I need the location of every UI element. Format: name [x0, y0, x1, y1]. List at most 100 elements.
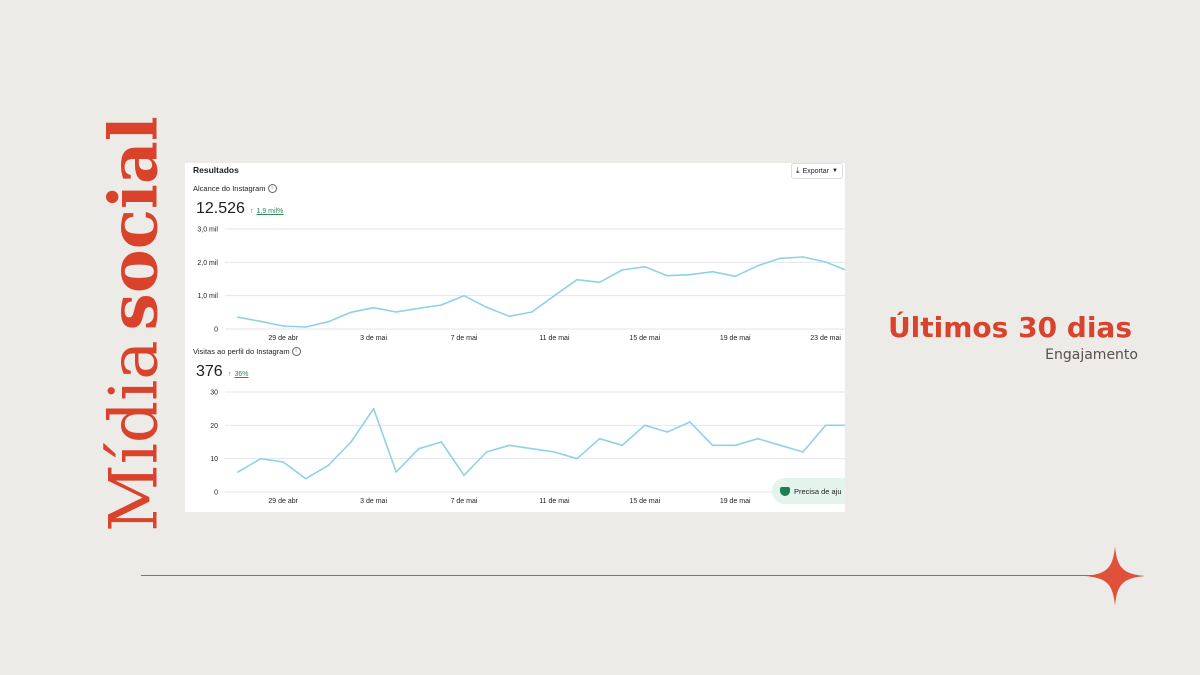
visits-point: [756, 437, 759, 440]
export-label: Exportar: [802, 167, 830, 175]
visits-point: [689, 421, 691, 423]
visits-point: [508, 444, 511, 447]
visits-point: [576, 457, 578, 460]
reach-point: [259, 320, 262, 323]
vertical-title-social: social: [94, 116, 173, 331]
visits-x-tick: 29 de abr: [268, 498, 298, 505]
visits-x-tick: 15 de mai: [629, 498, 660, 505]
reach-point: [689, 273, 691, 276]
reach-point: [237, 316, 239, 319]
reach-point: [463, 294, 465, 297]
visits-point: [824, 424, 827, 427]
reach-x-tick: 7 de mai: [451, 335, 478, 342]
visits-point: [734, 444, 737, 447]
visits-chart: 0 10 20 30 29 de abr 3 de mai 7 de mai 11 de ma…: [210, 390, 845, 505]
visits-point: [485, 451, 488, 453]
heart-icon: [780, 486, 790, 496]
visits-point: [327, 464, 330, 467]
visits-point: [372, 407, 375, 410]
reach-y-tick: 1,0 mil: [197, 293, 218, 300]
visits-y-tick: 30: [210, 390, 218, 397]
visits-y-tick: 0: [214, 490, 218, 497]
visits-point: [417, 447, 420, 450]
visits-point: [711, 444, 714, 447]
reach-label-text: Alcance do Instagram: [193, 184, 266, 193]
reach-point: [576, 278, 578, 281]
reach-value: 12.526: [196, 200, 245, 217]
chevron-down-icon: ▼: [832, 168, 838, 174]
export-button[interactable]: ⤓ Exportar ▼: [791, 163, 843, 179]
reach-point: [756, 264, 759, 267]
side-subtitle: Engajamento: [1045, 347, 1138, 363]
reach-point: [417, 307, 420, 310]
visits-point: [598, 437, 601, 440]
visits-value: 376: [196, 363, 223, 380]
visits-label: Visitas ao perfil do Instagram i: [193, 347, 301, 356]
reach-point: [350, 311, 352, 314]
reach-point: [440, 304, 443, 306]
visits-point: [237, 471, 239, 473]
reach-point: [802, 256, 804, 258]
reach-point: [282, 325, 285, 327]
download-icon: ⤓: [796, 166, 800, 175]
visits-change-value[interactable]: 36%: [235, 371, 249, 378]
visits-x-tick: 11 de mai: [539, 498, 570, 505]
reach-x-tick: 29 de abr: [268, 335, 298, 342]
visits-point: [463, 474, 465, 477]
panel-title: Resultados: [193, 165, 239, 175]
visits-x-tick: 3 de mai: [360, 498, 387, 505]
reach-point: [643, 265, 646, 268]
help-label: Precisa de aju: [794, 486, 842, 496]
reach-point: [372, 306, 375, 309]
visits-point: [530, 447, 533, 450]
reach-point: [666, 274, 669, 277]
reach-x-tick: 23 de mai: [810, 335, 841, 342]
visits-point: [621, 444, 624, 447]
info-icon[interactable]: i: [267, 184, 277, 193]
visits-x-tick: 7 de mai: [451, 498, 478, 505]
sparkle-icon: [1085, 546, 1145, 606]
reach-change-value[interactable]: 1,9 mil%: [257, 208, 284, 215]
visits-point: [395, 471, 398, 473]
visits-point: [553, 451, 556, 453]
visits-point: [350, 441, 352, 443]
visits-point: [802, 451, 804, 453]
reach-point: [395, 311, 398, 313]
visits-change: ↑ 36%: [228, 371, 249, 378]
visits-y-tick: 10: [210, 456, 218, 463]
help-chip[interactable]: Precisa de aju: [772, 478, 845, 504]
reach-label: Alcance do Instagram i: [193, 184, 277, 193]
reach-chart: 0 1,0 mil 2,0 mil 3,0 mil 29 de abr 3 de mai 7…: [197, 227, 845, 342]
visits-point: [779, 444, 782, 447]
visits-point: [259, 457, 262, 460]
side-title: Últimos 30 dias: [887, 311, 1132, 344]
reach-point: [508, 315, 511, 318]
vertical-title: Mídia social: [95, 116, 173, 532]
reach-x-tick: 3 de mai: [360, 335, 387, 342]
reach-x-tick: 11 de mai: [539, 335, 570, 342]
reach-y-tick: 3,0 mil: [197, 227, 218, 234]
reach-x-tick: 15 de mai: [629, 335, 660, 342]
arrow-up-icon: ↑: [228, 371, 232, 378]
visits-point: [643, 424, 646, 427]
reach-point: [711, 270, 714, 273]
reach-point: [734, 275, 737, 278]
visits-point: [282, 461, 285, 463]
arrow-up-icon: ↑: [250, 208, 254, 215]
visits-y-tick: 20: [210, 423, 218, 430]
reach-point: [304, 326, 307, 328]
reach-change: ↑ 1,9 mil%: [250, 208, 283, 215]
visits-point: [666, 431, 669, 433]
info-icon[interactable]: i: [291, 347, 301, 356]
reach-point: [327, 320, 330, 323]
visits-label-text: Visitas ao perfil do Instagram: [193, 347, 290, 356]
vertical-title-midia: Mídia: [95, 340, 173, 532]
visits-x-tick: 19 de mai: [720, 498, 751, 505]
reach-point: [485, 306, 488, 309]
visits-point: [304, 477, 307, 480]
reach-point: [553, 294, 556, 297]
reach-y-tick: 0: [214, 327, 218, 334]
reach-point: [621, 269, 624, 271]
results-panel: Resultados ⤓ Exportar ▼ Alcance do Insta…: [185, 163, 845, 512]
visits-series-line: [237, 407, 845, 480]
